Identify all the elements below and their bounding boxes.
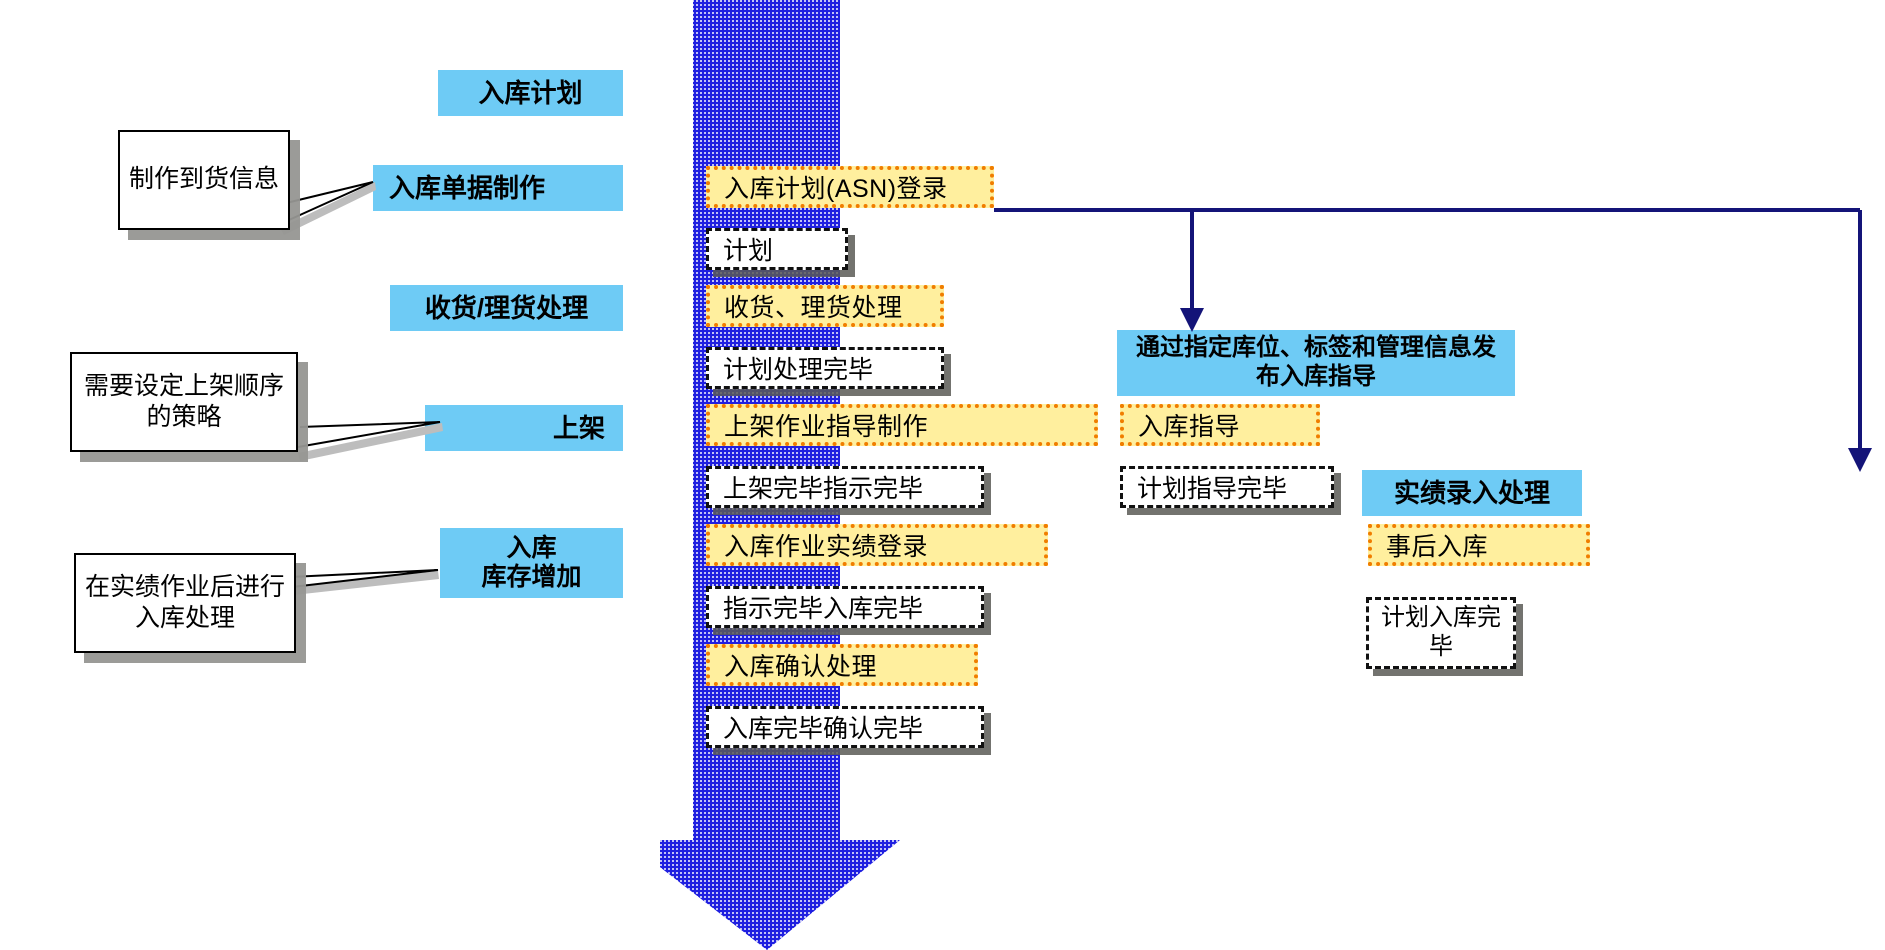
diagram-canvas: 入库计划 入库单据制作 收货/理货处理 上架 入库 库存增加 制作到货信息 需要… bbox=[0, 0, 1885, 950]
stage-publish-inbound-guidance: 通过指定库位、标签和管理信息发 布入库指导 bbox=[1117, 330, 1515, 396]
stage-result-entry-processing: 实绩录入处理 bbox=[1362, 470, 1582, 516]
state-instruction-inbound-done: 指示完毕入库完毕 bbox=[706, 586, 984, 628]
note-post-result-inbound: 在实绩作业后进行 入库处理 bbox=[74, 553, 296, 653]
leader-line-note-3 bbox=[288, 545, 453, 625]
process-inbound-result-registration[interactable]: 入库作业实绩登录 bbox=[706, 524, 1048, 566]
process-inbound-confirmation[interactable]: 入库确认处理 bbox=[706, 644, 978, 686]
stage-document-creation: 入库单据制作 bbox=[373, 165, 623, 211]
note-create-arrival-info: 制作到货信息 bbox=[118, 130, 290, 230]
process-asn-registration[interactable]: 入库计划(ASN)登录 bbox=[706, 166, 994, 208]
process-inbound-guidance[interactable]: 入库指导 bbox=[1120, 404, 1320, 446]
state-plan-guidance-done: 计划指导完毕 bbox=[1120, 466, 1334, 508]
state-inbound-confirm-done: 入库完毕确认完毕 bbox=[706, 706, 984, 748]
process-putaway-instruction-creation[interactable]: 上架作业指导制作 bbox=[706, 404, 1098, 446]
process-receiving-sorting[interactable]: 收货、理货处理 bbox=[706, 285, 944, 327]
stage-inbound-plan: 入库计划 bbox=[438, 70, 623, 116]
state-plan-processed: 计划处理完毕 bbox=[706, 347, 944, 389]
process-after-the-fact-inbound[interactable]: 事后入库 bbox=[1368, 524, 1590, 566]
state-plan-inbound-done: 计划入库完 毕 bbox=[1366, 597, 1516, 669]
state-putaway-instruction-done: 上架完毕指示完毕 bbox=[706, 466, 984, 508]
note-putaway-sequence-policy: 需要设定上架顺序 的策略 bbox=[70, 352, 298, 452]
state-plan: 计划 bbox=[706, 228, 848, 270]
stage-stock-increase: 入库 库存增加 bbox=[440, 528, 623, 598]
leader-line-note-2 bbox=[290, 375, 460, 465]
stage-receiving-sorting: 收货/理货处理 bbox=[390, 285, 623, 331]
leader-line-note-1 bbox=[279, 160, 390, 235]
